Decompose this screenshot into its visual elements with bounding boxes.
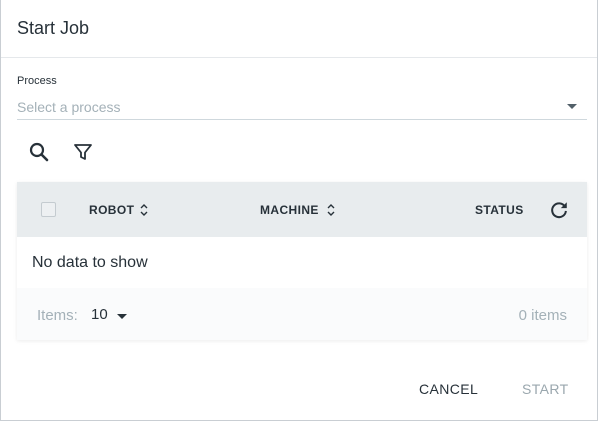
dialog-title: Start Job <box>17 18 90 38</box>
sort-robot-icon[interactable] <box>138 202 150 218</box>
items-count: 0 items <box>518 307 567 324</box>
cancel-button[interactable]: CANCEL <box>419 381 478 397</box>
robots-grid: ROBOT MACHINE STATUS No data to show Ite… <box>17 182 587 340</box>
select-all-checkbox[interactable] <box>41 202 56 217</box>
process-label: Process <box>17 75 57 87</box>
column-machine[interactable]: MACHINE <box>260 203 319 217</box>
sort-machine-icon[interactable] <box>325 202 337 218</box>
column-status: STATUS <box>475 203 524 217</box>
dropdown-caret-icon <box>567 104 577 109</box>
page-size-value: 10 <box>91 306 108 323</box>
process-placeholder: Select a process <box>17 99 121 115</box>
filter-icon[interactable] <box>71 140 95 164</box>
refresh-icon[interactable] <box>548 199 570 221</box>
start-job-dialog: Start Job Process Select a process ROBOT… <box>0 0 598 421</box>
page-size-select[interactable]: 10 <box>91 304 133 326</box>
chevron-down-icon <box>117 314 127 319</box>
start-button[interactable]: START <box>522 381 569 397</box>
search-icon[interactable] <box>27 140 51 164</box>
column-robot[interactable]: ROBOT <box>89 203 134 217</box>
items-label: Items: <box>37 307 78 324</box>
dialog-header: Start Job <box>1 0 597 58</box>
process-select[interactable]: Select a process <box>17 95 587 120</box>
grid-header: ROBOT MACHINE STATUS <box>17 182 587 237</box>
empty-message: No data to show <box>32 254 148 271</box>
